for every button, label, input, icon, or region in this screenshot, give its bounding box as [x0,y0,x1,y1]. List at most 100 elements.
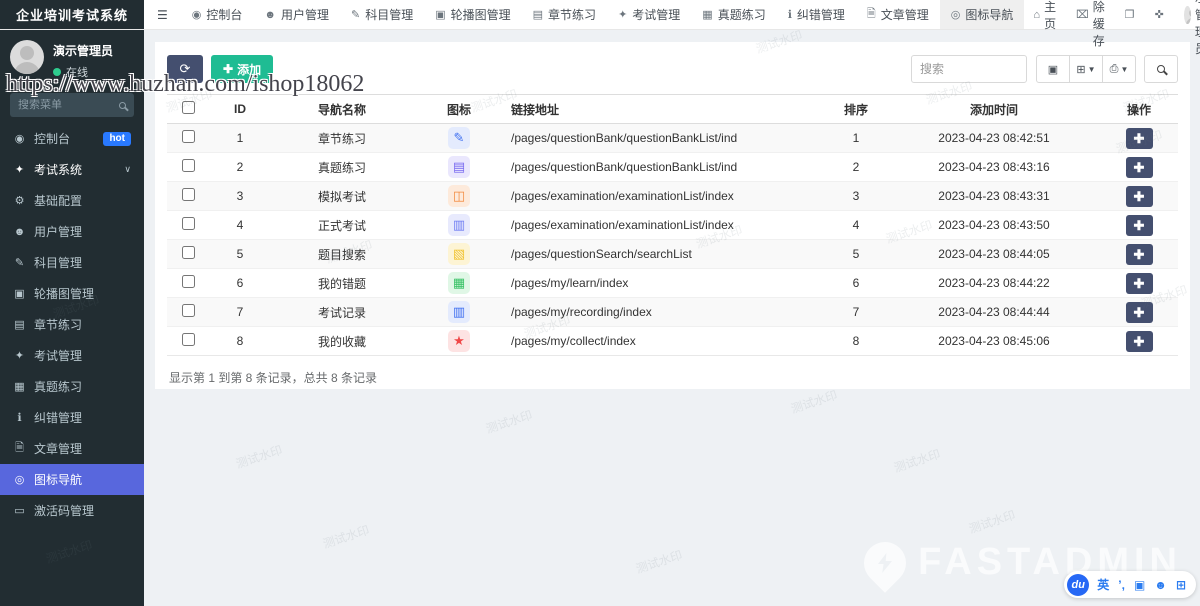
topnav-item-label: 控制台 [206,6,242,23]
cell-link: /pages/examination/examinationList/index [505,211,824,240]
row-checkbox[interactable] [182,304,195,317]
baidu-ime-logo[interactable]: du [1067,574,1089,596]
topnav-item-考试管理[interactable]: ✦考试管理 [607,0,691,29]
copy-icon: ❐ [1125,8,1135,21]
row-action-button[interactable]: ✚ [1126,244,1153,265]
row-checkbox[interactable] [182,188,195,201]
row-checkbox[interactable] [182,333,195,346]
user-menu-label: 演示管理员 [1195,0,1200,57]
sidebar-item-label: 章节练习 [34,316,82,333]
cell-link: /pages/questionSearch/searchList [505,240,824,269]
toggle-pagination-button[interactable]: ▣ [1036,55,1070,83]
topnav-item-文章管理[interactable]: 🗎文章管理 [856,0,940,29]
search-submit-button[interactable] [1144,55,1178,83]
topnav-item-轮播图管理[interactable]: ▣轮播图管理 [424,0,521,29]
copy-page-button[interactable]: ❐ [1116,0,1144,30]
sidebar-item-label: 纠错管理 [34,409,82,426]
sidebar-item-轮播图管理[interactable]: ▣轮播图管理 [0,278,144,309]
topnav-item-label: 纠错管理 [797,6,845,23]
row-checkbox[interactable] [182,246,195,259]
topnav-item-用户管理[interactable]: ☻用户管理 [253,0,340,29]
table-search-input[interactable] [911,55,1027,83]
row-checkbox[interactable] [182,275,195,288]
online-status-dot [53,68,61,76]
english-mode-icon[interactable]: 英 [1097,576,1109,593]
cell-icon: ▧ [413,240,505,269]
carousel-icon: ▣ [435,8,445,21]
row-checkbox-cell [167,240,209,269]
punctuation-icon[interactable]: ’, [1118,578,1125,592]
topnav-item-图标导航[interactable]: ◎图标导航 [940,0,1025,29]
row-checkbox[interactable] [182,217,195,230]
columns-icon: ⊞ [1076,63,1085,76]
topnav-item-科目管理[interactable]: ✎科目管理 [340,0,424,29]
header-icon: 图标 [413,95,505,124]
sidebar-item-基础配置[interactable]: ⚙基础配置 [0,185,144,216]
header-id[interactable]: ID [209,95,271,124]
header-name[interactable]: 导航名称 [271,95,413,124]
sidebar-item-label: 用户管理 [34,223,82,240]
sidebar-item-文章管理[interactable]: 🗎文章管理 [0,433,144,464]
fullscreen-button[interactable]: ✜ [1146,0,1173,30]
row-action-button[interactable]: ✚ [1126,186,1153,207]
row-checkbox-cell [167,211,209,240]
sidebar-item-label: 真题练习 [34,378,82,395]
sidebar-item-考试管理[interactable]: ✦考试管理 [0,340,144,371]
sidebar-item-图标导航[interactable]: ◎图标导航 [0,464,144,495]
cell-op: ✚ [1100,327,1178,356]
input-method-bar[interactable]: du 英 ’, ▣ ☻ ⊞ [1064,571,1196,598]
user-menu[interactable]: 演示管理员 [1175,0,1200,30]
sidebar-item-用户管理[interactable]: ☻ 用户管理 [0,216,144,247]
header-sort[interactable]: 排序 [824,95,888,124]
sidebar-item-激活码管理[interactable]: ▭激活码管理 [0,495,144,526]
export-button[interactable]: ⎙ ▼ [1102,55,1136,83]
caret-down-icon: ▼ [1088,65,1096,74]
cell-id: 5 [209,240,271,269]
cell-sort: 2 [824,153,888,182]
grid-icon[interactable]: ⊞ [1176,578,1186,592]
clear-cache-button[interactable]: ⌧ 清除缓存 [1067,0,1114,30]
ime-buttons: 英 ’, ▣ ☻ ⊞ [1097,576,1186,593]
select-all-checkbox[interactable] [182,101,195,114]
sidebar-item-真题练习[interactable]: ▦真题练习 [0,371,144,402]
sidebar-toggle-button[interactable]: ☰ [144,0,181,29]
header-link[interactable]: 链接地址 [505,95,824,124]
topnav-item-控制台[interactable]: ◉控制台 [181,0,254,29]
sidebar-item-label: 图标导航 [34,471,82,488]
cell-time: 2023-04-23 08:44:44 [888,298,1100,327]
sidebar-search-input[interactable] [18,99,119,111]
export-icon: ⎙ [1110,63,1119,76]
row-checkbox[interactable] [182,159,195,172]
sidebar-item-章节练习[interactable]: ▤章节练习 [0,309,144,340]
row-action-button[interactable]: ✚ [1126,273,1153,294]
sidebar-item-考试系统[interactable]: ✦考试系统∨ [0,154,144,185]
row-action-button[interactable]: ✚ [1126,302,1153,323]
exam-icon: ✦ [13,349,26,362]
row-action-button[interactable]: ✚ [1126,128,1153,149]
row-action-button[interactable]: ✚ [1126,331,1153,352]
cell-sort: 7 [824,298,888,327]
sidebar-item-科目管理[interactable]: ✎科目管理 [0,247,144,278]
user-icon[interactable]: ☻ [1154,578,1167,592]
topnav-item-真题练习[interactable]: ▦真题练习 [691,0,776,29]
columns-button[interactable]: ⊞ ▼ [1069,55,1103,83]
row-action-button[interactable]: ✚ [1126,157,1153,178]
gear-icon: ⚙ [13,194,26,207]
doc-star-icon: ★ [448,330,470,352]
topnav-item-章节练习[interactable]: ▤章节练习 [522,0,607,29]
home-button[interactable]: ⌂ 主页 [1024,0,1065,30]
sidebar-user-name: 演示管理员 [53,40,113,59]
refresh-button[interactable]: ⟳ [167,55,203,83]
toolbox-icon[interactable]: ▣ [1134,578,1145,592]
row-action-button[interactable]: ✚ [1126,215,1153,236]
refresh-icon: ⟳ [180,61,191,77]
add-button[interactable]: ✚ 添加 [211,55,273,83]
sidebar-item-纠错管理[interactable]: ℹ纠错管理 [0,402,144,433]
row-checkbox[interactable] [182,130,195,143]
cell-id: 1 [209,124,271,153]
topnav-item-纠错管理[interactable]: ℹ纠错管理 [777,0,856,29]
users-icon: ☻ [13,226,26,238]
sidebar-item-控制台[interactable]: ◉控制台hot [0,123,144,154]
header-time[interactable]: 添加时间 [888,95,1100,124]
table-row: 8我的收藏★/pages/my/collect/index82023-04-23… [167,327,1178,356]
